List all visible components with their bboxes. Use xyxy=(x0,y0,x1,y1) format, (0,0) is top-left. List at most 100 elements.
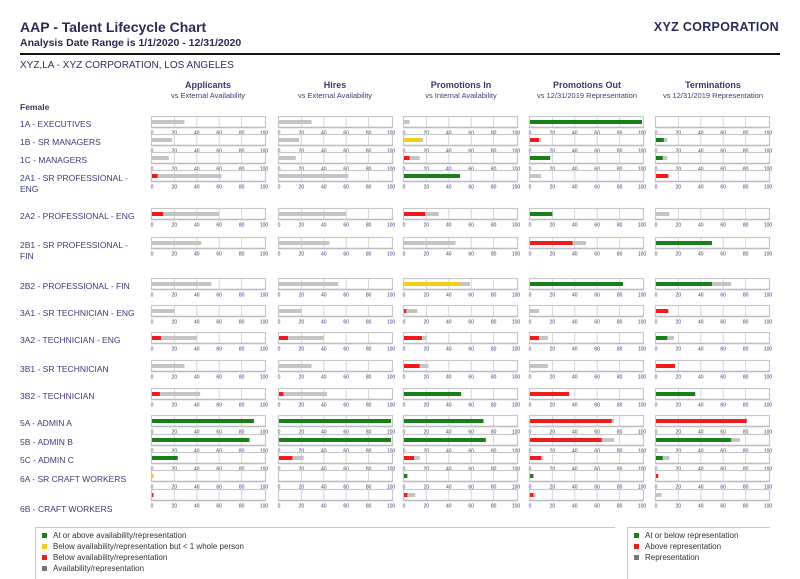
x-tick-label: 100 xyxy=(260,320,269,326)
x-tick-label: 20 xyxy=(299,293,305,299)
x-tick-label: 100 xyxy=(764,293,773,299)
gray-swatch-icon xyxy=(42,566,47,571)
value-bar xyxy=(152,336,161,340)
x-tick-label: 20 xyxy=(676,293,682,299)
x-tick-label: 20 xyxy=(172,293,178,299)
chart-frame xyxy=(277,469,394,483)
x-tick-label: 60 xyxy=(216,403,222,409)
benchmark-bar xyxy=(530,174,542,178)
x-tick-label: 0 xyxy=(151,403,154,409)
x-tick-label: 100 xyxy=(387,504,396,510)
x-tick-label: 80 xyxy=(743,375,749,381)
benchmark-bar xyxy=(279,138,300,142)
x-tick-label: 60 xyxy=(720,293,726,299)
legend-item: At or above availability/representation xyxy=(42,531,186,540)
x-tick-label: 0 xyxy=(151,375,154,381)
legend-label: Availability/representation xyxy=(53,564,145,573)
x-tick-label: 100 xyxy=(260,375,269,381)
x-tick-label: 0 xyxy=(151,252,154,258)
legend-label: Representation xyxy=(645,553,700,562)
x-tick-label: 40 xyxy=(194,347,200,353)
benchmark-bar xyxy=(656,212,670,216)
x-tick-label: 40 xyxy=(194,223,200,229)
x-tick-label: 60 xyxy=(594,375,600,381)
x-tick-label: 20 xyxy=(172,223,178,229)
x-tick-label: 0 xyxy=(151,347,154,353)
x-tick-label: 0 xyxy=(403,403,406,409)
benchmark-bar xyxy=(279,241,330,245)
x-tick-label: 60 xyxy=(720,504,726,510)
value-bar xyxy=(404,456,415,460)
x-tick-label: 60 xyxy=(343,293,349,299)
x-tick-label: 100 xyxy=(764,320,773,326)
x-tick-label: 80 xyxy=(366,375,372,381)
value-bar xyxy=(404,212,426,216)
x-tick-label: 0 xyxy=(278,347,281,353)
x-tick-label: 100 xyxy=(764,347,773,353)
x-tick-label: 40 xyxy=(572,320,578,326)
benchmark-bar xyxy=(279,174,349,178)
value-bar xyxy=(279,438,391,442)
x-tick-label: 40 xyxy=(446,320,452,326)
x-tick-label: 80 xyxy=(491,320,497,326)
x-tick-label: 40 xyxy=(446,375,452,381)
x-tick-label: 80 xyxy=(491,347,497,353)
chart-frame xyxy=(402,488,519,502)
x-tick-label: 100 xyxy=(512,252,521,258)
x-tick-label: 60 xyxy=(468,252,474,258)
x-tick-label: 100 xyxy=(638,375,647,381)
x-tick-label: 0 xyxy=(151,185,154,191)
legend-item: At or below representation xyxy=(634,531,738,540)
x-tick-label: 80 xyxy=(366,293,372,299)
legend-item: Below availability/representation xyxy=(42,553,167,562)
benchmark-bar xyxy=(152,120,185,124)
x-tick-label: 80 xyxy=(617,252,623,258)
x-tick-label: 40 xyxy=(572,347,578,353)
benchmark-bar xyxy=(152,364,185,368)
x-tick-label: 100 xyxy=(638,403,647,409)
x-tick-label: 20 xyxy=(172,347,178,353)
chart-frame xyxy=(654,451,771,465)
x-tick-label: 20 xyxy=(299,320,305,326)
x-tick-label: 80 xyxy=(743,504,749,510)
x-tick-label: 40 xyxy=(446,185,452,191)
x-tick-label: 20 xyxy=(424,252,430,258)
value-bar xyxy=(530,241,573,245)
x-tick-label: 60 xyxy=(594,504,600,510)
x-tick-label: 0 xyxy=(278,293,281,299)
benchmark-bar xyxy=(152,174,222,178)
value-bar xyxy=(404,174,460,178)
x-tick-label: 20 xyxy=(424,504,430,510)
x-tick-label: 100 xyxy=(387,403,396,409)
value-bar xyxy=(530,456,542,460)
value-bar xyxy=(656,364,676,368)
chart-frame xyxy=(654,207,771,221)
x-tick-label: 40 xyxy=(321,504,327,510)
x-tick-label: 60 xyxy=(594,185,600,191)
x-tick-label: 20 xyxy=(172,504,178,510)
value-bar xyxy=(530,282,623,286)
x-tick-label: 100 xyxy=(260,252,269,258)
x-tick-label: 100 xyxy=(512,223,521,229)
x-tick-label: 80 xyxy=(617,504,623,510)
x-tick-label: 60 xyxy=(343,504,349,510)
x-tick-label: 80 xyxy=(617,293,623,299)
x-tick-label: 100 xyxy=(512,375,521,381)
value-bar xyxy=(404,309,407,313)
lifecycle-chart-grid: 0 20 40 60 80 100 0 20 40 60 80 100 0 20 40 60 80 100 0 20 4… xyxy=(151,115,773,510)
x-tick-label: 20 xyxy=(550,185,556,191)
x-tick-label: 80 xyxy=(617,185,623,191)
x-tick-label: 80 xyxy=(366,320,372,326)
x-tick-label: 40 xyxy=(321,293,327,299)
x-tick-label: 20 xyxy=(172,320,178,326)
green-swatch-icon xyxy=(42,533,47,538)
x-tick-label: 60 xyxy=(343,403,349,409)
x-tick-label: 60 xyxy=(720,375,726,381)
legend-item: Below availability/representation but < … xyxy=(42,542,244,551)
x-tick-label: 0 xyxy=(529,504,532,510)
x-tick-label: 0 xyxy=(151,293,154,299)
x-tick-label: 20 xyxy=(424,403,430,409)
x-tick-label: 0 xyxy=(529,293,532,299)
chart-frame xyxy=(402,304,519,318)
x-tick-label: 0 xyxy=(403,223,406,229)
